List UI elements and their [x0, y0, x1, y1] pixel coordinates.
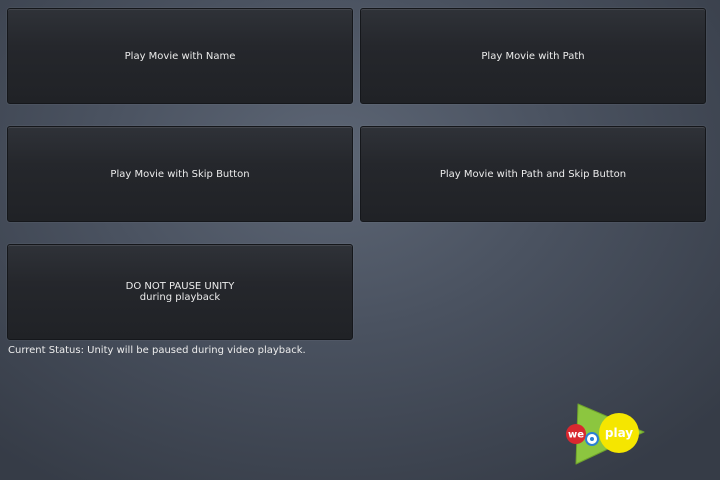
play-movie-with-name-button[interactable]: Play Movie with Name — [7, 8, 353, 104]
logo-word-we: we — [568, 430, 584, 441]
current-status-text: Current Status: Unity will be paused dur… — [8, 345, 306, 356]
weplay-logo-icon: we play — [562, 400, 652, 468]
logo-word-play: play — [605, 426, 633, 440]
play-movie-with-path-and-skip-button[interactable]: Play Movie with Path and Skip Button — [360, 126, 706, 222]
play-movie-with-name-label: Play Movie with Name — [124, 50, 236, 62]
play-movie-with-path-button[interactable]: Play Movie with Path — [360, 8, 706, 104]
play-movie-with-skip-button[interactable]: Play Movie with Skip Button — [7, 126, 353, 222]
do-not-pause-label-line2: during playback — [139, 292, 221, 303]
do-not-pause-label-line1: DO NOT PAUSE UNITY — [125, 281, 235, 292]
play-movie-with-path-and-skip-label: Play Movie with Path and Skip Button — [439, 168, 627, 180]
play-movie-with-skip-label: Play Movie with Skip Button — [110, 168, 250, 180]
play-movie-with-path-label: Play Movie with Path — [481, 50, 585, 62]
do-not-pause-unity-button[interactable]: DO NOT PAUSE UNITY during playback — [7, 244, 353, 340]
